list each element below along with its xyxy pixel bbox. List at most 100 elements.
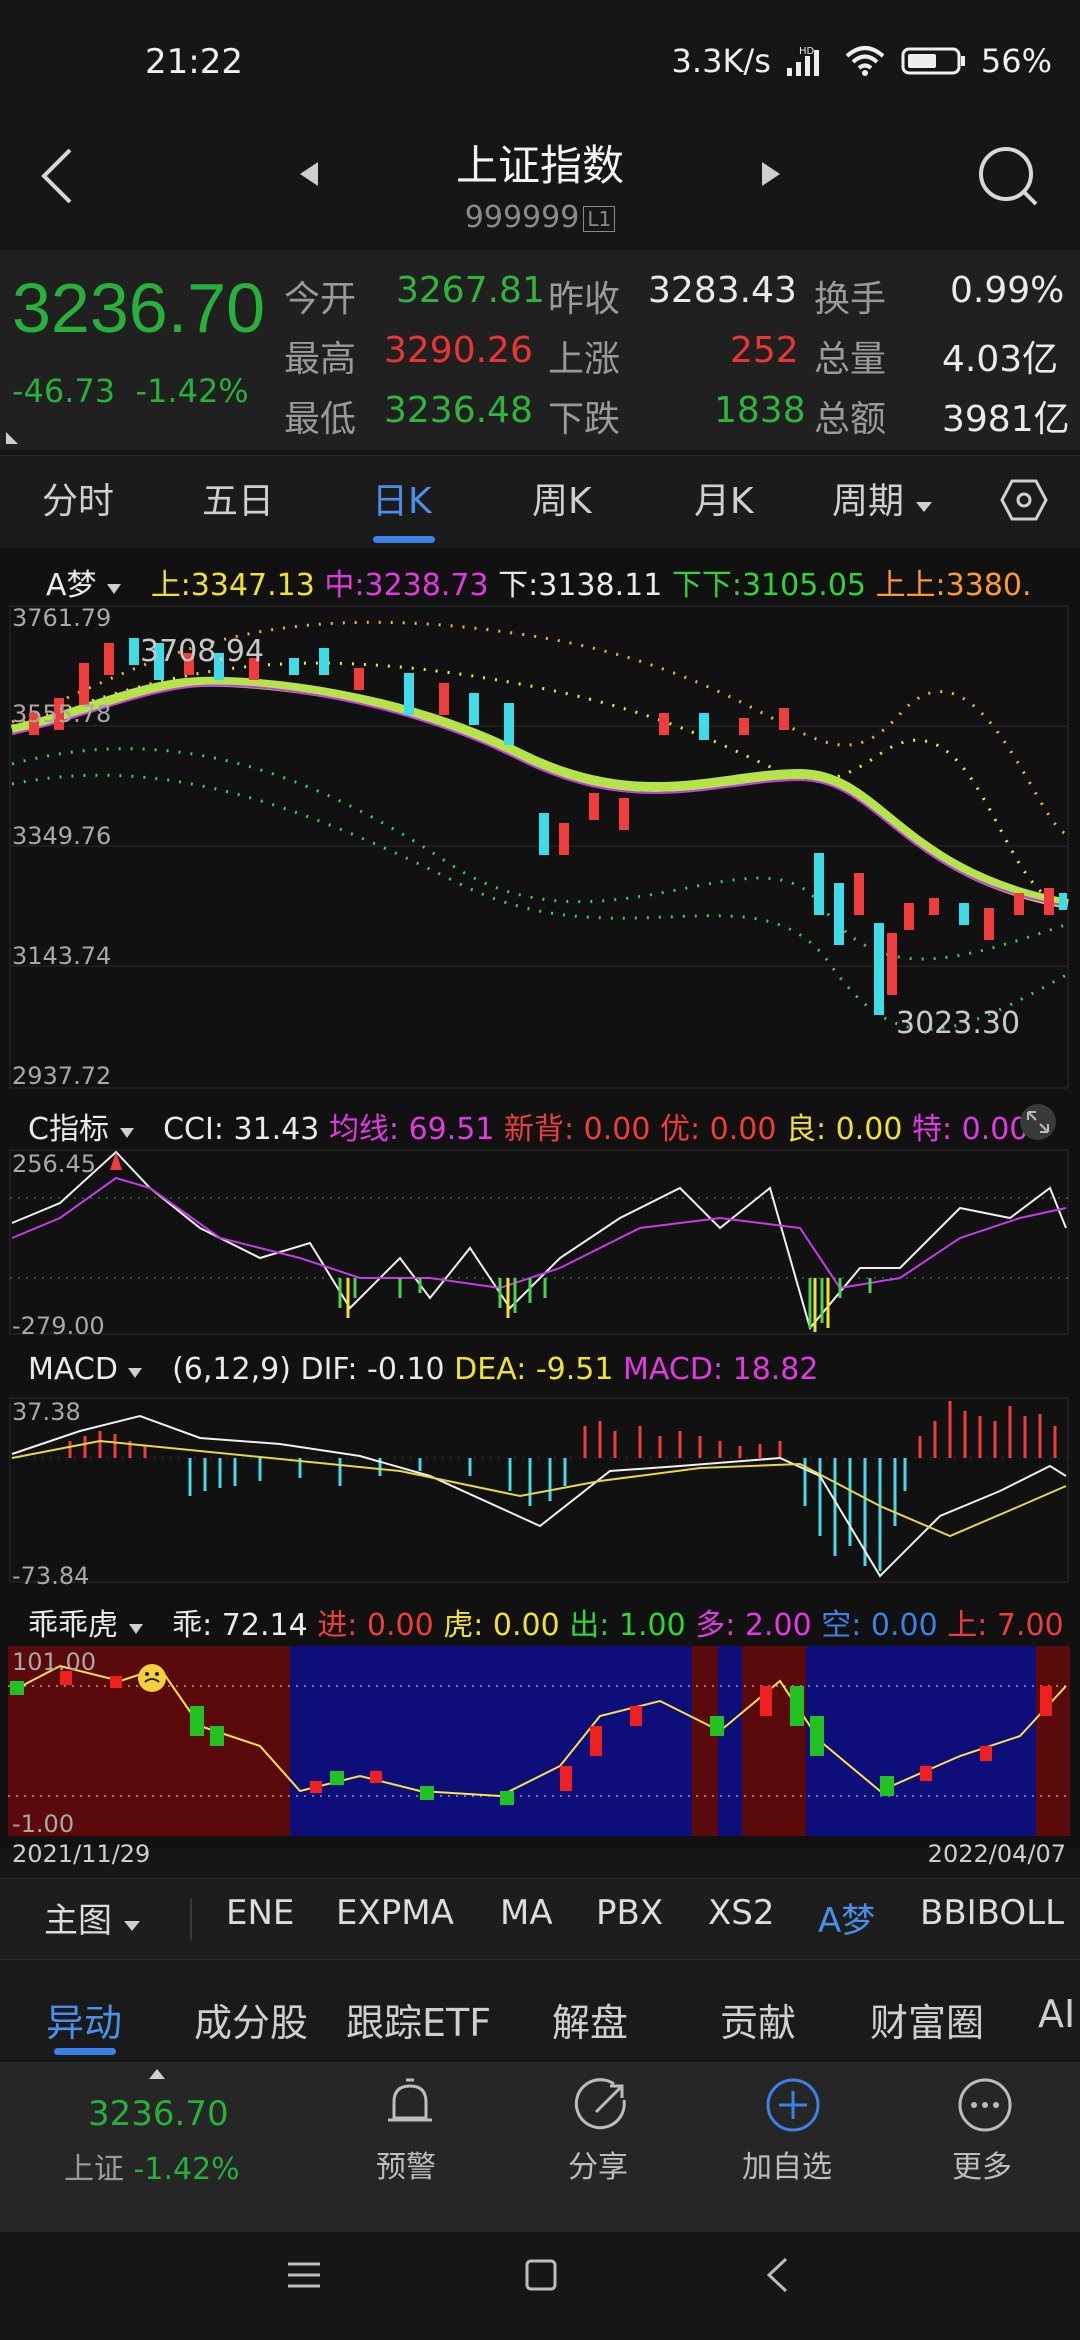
quote-label-down: 下跌 bbox=[548, 399, 621, 440]
gg-value: 乖: 72.14 bbox=[172, 1608, 308, 1643]
indicator-a-meng[interactable]: A梦 bbox=[818, 1893, 875, 1942]
cci-value: CCI: 31.43 bbox=[163, 1112, 320, 1147]
gg-selector[interactable]: 乖乖虎 bbox=[28, 1608, 118, 1643]
footer-price[interactable]: 3236.70 bbox=[88, 2094, 229, 2134]
gg-indicator-line: 乖乖虎 乖: 72.14 进: 0.00 虎: 0.00 出: 1.00 多: … bbox=[28, 1600, 1064, 1644]
battery-icon bbox=[901, 47, 965, 75]
cci-chart[interactable] bbox=[0, 1148, 1080, 1338]
more-icon bbox=[958, 2078, 1012, 2132]
quote-high: 3290.26 bbox=[384, 330, 533, 371]
menu-icon[interactable] bbox=[286, 2260, 322, 2290]
tab-monthly-k[interactable]: 月K bbox=[694, 472, 754, 524]
next-index-icon[interactable] bbox=[756, 160, 784, 188]
main-y-tick-2: 3555.78 bbox=[12, 700, 112, 728]
indicator-bbiboll[interactable]: BBIBOLL bbox=[920, 1893, 1064, 1933]
macd-dif: DIF: -0.10 bbox=[300, 1352, 445, 1387]
band-down2-label: 下下: bbox=[671, 568, 742, 603]
index-code-text: 999999 bbox=[464, 200, 580, 235]
cci-good: 良: 0.00 bbox=[786, 1112, 903, 1147]
search-icon[interactable] bbox=[976, 144, 1040, 208]
tab-weekly-k[interactable]: 周K bbox=[532, 472, 592, 524]
tab-intraday[interactable]: 分时 bbox=[42, 472, 114, 524]
quote-turnover: 0.99% bbox=[950, 270, 1065, 311]
main-y-tick-5: 2937.72 bbox=[12, 1062, 112, 1090]
gg-long: 多: 2.00 bbox=[695, 1608, 812, 1643]
add-watchlist-button[interactable] bbox=[764, 2076, 822, 2138]
status-time: 21:22 bbox=[145, 42, 243, 82]
divider bbox=[190, 1898, 192, 1940]
alert-button[interactable] bbox=[370, 2078, 450, 2138]
network-speed: 3.3K/s bbox=[671, 42, 771, 80]
gg-short: 空: 0.00 bbox=[821, 1608, 938, 1643]
macd-value: MACD: 18.82 bbox=[623, 1352, 819, 1387]
home-icon[interactable] bbox=[524, 2258, 558, 2292]
quote-volume: 4.03亿 bbox=[942, 339, 1059, 380]
info-tab-indicator bbox=[54, 2048, 116, 2055]
battery-level: 56% bbox=[980, 42, 1052, 80]
quote-label-amount: 总额 bbox=[814, 399, 887, 440]
chevron-down-icon bbox=[123, 1921, 140, 1931]
footer-index[interactable]: 上证 -1.42% bbox=[64, 2144, 240, 2188]
indicator-xs2[interactable]: XS2 bbox=[708, 1893, 775, 1933]
tab-five-day[interactable]: 五日 bbox=[202, 472, 274, 524]
macd-indicator-line: MACD (6,12,9) DIF: -0.10 DEA: -9.51 MACD… bbox=[28, 1352, 819, 1387]
quote-down-count: 1838 bbox=[714, 390, 806, 431]
macd-y-min: -73.84 bbox=[12, 1562, 90, 1590]
gg-chart[interactable] bbox=[0, 1646, 1080, 1836]
tab-components[interactable]: 成分股 bbox=[194, 1992, 308, 2047]
quote-low: 3236.48 bbox=[384, 390, 533, 431]
tab-movement[interactable]: 异动 bbox=[46, 1992, 122, 2047]
nav-back-icon[interactable] bbox=[764, 2256, 790, 2294]
share-button[interactable] bbox=[574, 2078, 630, 2138]
add-circle-icon bbox=[766, 2078, 820, 2132]
gg-exit: 出: 1.00 bbox=[569, 1608, 686, 1643]
macd-y-max: 37.38 bbox=[12, 1398, 81, 1426]
low-annotation: 3023.30 bbox=[896, 1006, 1021, 1041]
gg-enter: 进: 0.00 bbox=[317, 1608, 434, 1643]
macd-chart[interactable] bbox=[0, 1396, 1080, 1586]
more-label: 更多 bbox=[952, 2150, 1012, 2185]
band-up-label: 上: bbox=[150, 568, 191, 603]
level-badge: L1 bbox=[583, 205, 616, 232]
main-y-tick-1: 3761.79 bbox=[12, 604, 112, 632]
gg-tiger: 虎: 0.00 bbox=[443, 1608, 560, 1643]
tab-contribution[interactable]: 贡献 bbox=[720, 1992, 796, 2047]
band-mid-label: 中: bbox=[324, 568, 365, 603]
index-code: 999999 L1 bbox=[0, 200, 1080, 235]
tab-ai[interactable]: AI bbox=[1038, 1992, 1075, 2036]
cci-new-divergence: 新背: 0.00 bbox=[504, 1112, 651, 1147]
quote-label-prevclose: 昨收 bbox=[548, 279, 621, 320]
active-tab-indicator bbox=[373, 536, 435, 543]
main-y-tick-3: 3349.76 bbox=[12, 822, 112, 850]
change-value: -46.73 bbox=[12, 372, 116, 410]
band-down-label: 下: bbox=[498, 568, 539, 603]
main-indicator-selector[interactable]: A梦 bbox=[46, 568, 97, 603]
quote-label-volume: 总量 bbox=[814, 339, 887, 380]
status-indicators: 3.3K/s HD 56% bbox=[672, 42, 1052, 80]
tab-analysis[interactable]: 解盘 bbox=[552, 1992, 628, 2047]
tab-wealth-circle[interactable]: 财富圈 bbox=[870, 1992, 984, 2047]
current-price: 3236.70 bbox=[12, 269, 266, 347]
indicator-pbx[interactable]: PBX bbox=[596, 1893, 663, 1933]
cci-y-max: 256.45 bbox=[12, 1150, 96, 1178]
indicator-ene[interactable]: ENE bbox=[226, 1893, 294, 1933]
indicator-expma[interactable]: EXPMA bbox=[336, 1893, 454, 1933]
more-button[interactable] bbox=[956, 2076, 1014, 2138]
date-start: 2021/11/29 bbox=[12, 1840, 151, 1868]
tab-etf[interactable]: 跟踪ETF bbox=[346, 1992, 491, 2047]
tab-period[interactable]: 周期 bbox=[832, 472, 933, 524]
bell-icon bbox=[388, 2078, 432, 2122]
price-change: -46.73 -1.42% bbox=[12, 372, 249, 410]
cci-selector[interactable]: C指标 bbox=[28, 1112, 109, 1147]
high-annotation: 3708.94 bbox=[140, 634, 265, 669]
indicator-ma[interactable]: MA bbox=[500, 1893, 553, 1933]
tab-daily-k[interactable]: 日K bbox=[372, 472, 432, 524]
macd-selector[interactable]: MACD bbox=[28, 1352, 118, 1387]
expand-icon[interactable] bbox=[1016, 1102, 1060, 1142]
date-end: 2022/04/07 bbox=[927, 1840, 1066, 1868]
gg-up: 上: 7.00 bbox=[947, 1608, 1064, 1643]
settings-hexagon-icon[interactable] bbox=[1000, 478, 1048, 522]
quote-open: 3267.81 bbox=[396, 270, 545, 311]
main-y-tick-4: 3143.74 bbox=[12, 942, 112, 970]
main-chart-selector[interactable]: 主图 bbox=[44, 1893, 141, 1942]
